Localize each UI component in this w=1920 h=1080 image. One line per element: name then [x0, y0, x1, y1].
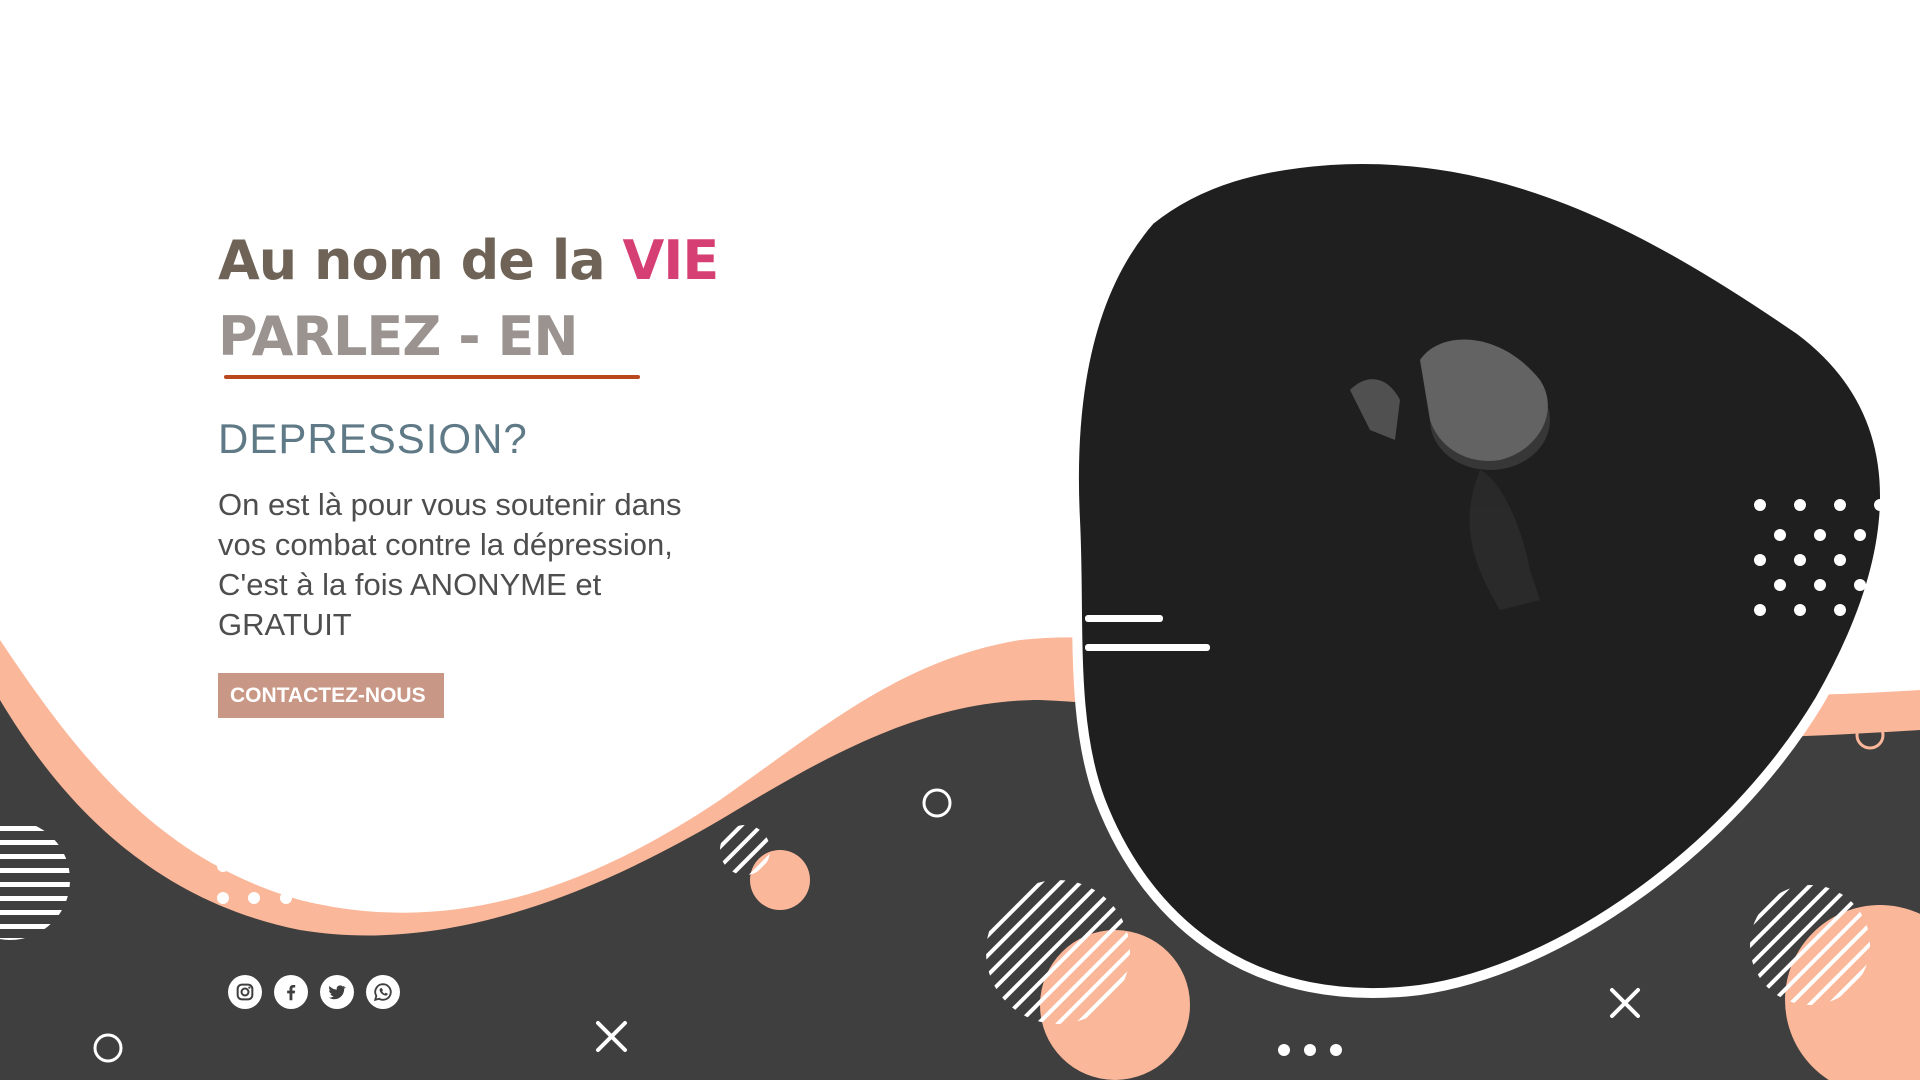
x-mark-1 — [596, 1021, 627, 1052]
line-accent-1 — [1085, 615, 1163, 622]
body-line-2: vos combat contre la dépression, — [218, 527, 673, 562]
hero-banner: Au nom de la VIE PARLEZ - EN DEPRESSION?… — [0, 0, 1920, 1080]
subheadline: PARLEZ - EN — [218, 305, 579, 368]
dot-grid-left — [217, 860, 356, 904]
striped-circle-small — [720, 825, 770, 875]
striped-circle-mid — [986, 880, 1130, 1024]
body-text: On est là pour vous soutenir dans vos co… — [218, 485, 758, 645]
whatsapp-icon — [373, 983, 392, 1002]
body-line-3: C'est à la fois ANONYME et — [218, 567, 602, 602]
portrait-blob — [1068, 154, 1890, 999]
peach-circle-mid — [1040, 930, 1190, 1080]
contact-button[interactable]: CONTACTEZ-NOUS — [218, 673, 444, 718]
instagram-icon — [236, 983, 254, 1001]
twitter-icon — [328, 985, 346, 1000]
dot-trio — [1278, 1044, 1342, 1056]
body-line-4: GRATUIT — [218, 607, 352, 642]
headline: Au nom de la VIE — [218, 225, 838, 297]
ring-small-1 — [922, 788, 952, 818]
line-accent-2 — [1085, 644, 1210, 651]
instagram-link[interactable] — [228, 975, 262, 1009]
portrait-figure — [1350, 339, 1550, 610]
ring-small-2 — [93, 1033, 123, 1063]
x-mark-2 — [1610, 988, 1640, 1018]
hero-content: Au nom de la VIE PARLEZ - EN DEPRESSION?… — [218, 225, 838, 718]
striped-circle-left — [0, 820, 70, 940]
peach-circle-right — [1785, 905, 1920, 1080]
body-line-1: On est là pour vous soutenir dans — [218, 487, 682, 522]
twitter-link[interactable] — [320, 975, 354, 1009]
peach-circle-small — [750, 850, 810, 910]
facebook-icon — [287, 984, 296, 1001]
striped-circle-right — [1750, 885, 1870, 1005]
dark-wave — [0, 700, 1920, 1080]
headline-accent: VIE — [622, 229, 719, 292]
question-heading: DEPRESSION? — [218, 415, 528, 462]
dot-grid-right — [1754, 499, 1886, 616]
subheadline-underline — [224, 375, 640, 379]
ring-small-3 — [1855, 720, 1885, 750]
headline-prefix: Au nom de la — [218, 229, 623, 292]
social-links — [228, 975, 400, 1009]
facebook-link[interactable] — [274, 975, 308, 1009]
whatsapp-link[interactable] — [366, 975, 400, 1009]
